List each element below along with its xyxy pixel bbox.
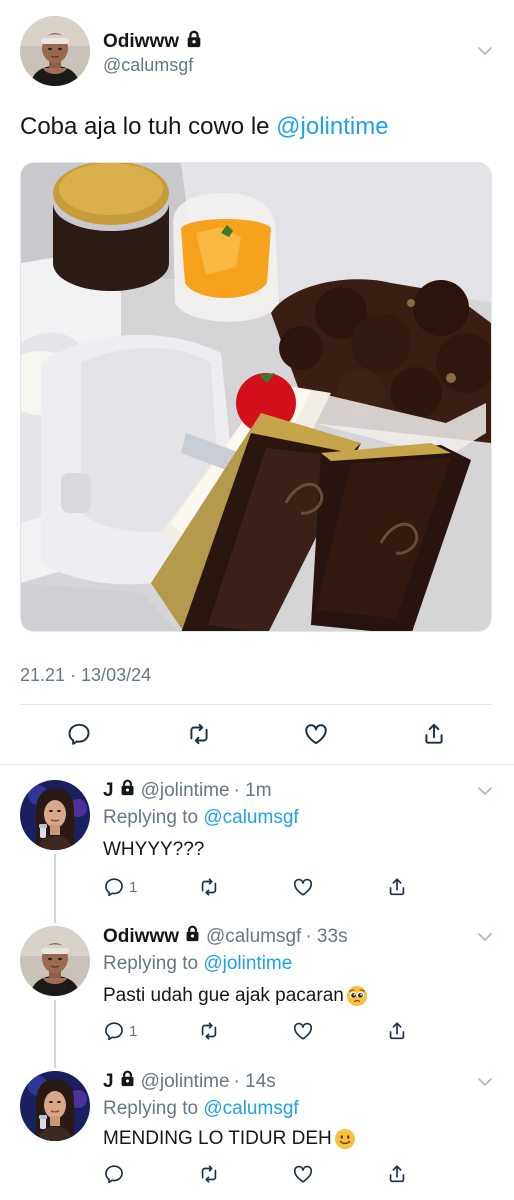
reply-avatar[interactable] bbox=[20, 780, 90, 850]
replying-label: Replying to bbox=[103, 1098, 204, 1119]
lock-icon bbox=[185, 30, 203, 54]
reply-author-handle[interactable]: @jolintime bbox=[141, 1071, 230, 1093]
slightly-smiling-face-icon bbox=[334, 1128, 356, 1150]
share-button[interactable] bbox=[421, 719, 447, 749]
chevron-down-icon[interactable] bbox=[476, 1073, 494, 1091]
retweet-icon bbox=[186, 721, 212, 747]
like-button[interactable] bbox=[292, 872, 314, 902]
replying-label: Replying to bbox=[103, 807, 204, 828]
heart-icon bbox=[292, 1163, 314, 1185]
tweet-timestamp[interactable]: 21.21 · 13/03/24 bbox=[20, 665, 151, 686]
reply-icon bbox=[103, 876, 125, 898]
reply-text: WHYYY??? bbox=[103, 839, 204, 861]
reply-header: J @jolintime · 1m bbox=[103, 779, 272, 802]
replying-mention[interactable]: @calumsgf bbox=[203, 807, 298, 828]
reply-author-name[interactable]: J bbox=[103, 1071, 114, 1093]
like-button[interactable] bbox=[303, 719, 329, 749]
reply-button[interactable]: 1 bbox=[103, 872, 137, 902]
retweet-button[interactable] bbox=[198, 1016, 220, 1046]
thread-line bbox=[54, 909, 56, 923]
replying-mention[interactable]: @jolintime bbox=[203, 953, 292, 974]
reply-tweet[interactable]: Odiwww @calumsgf · 33s Replying to @joli… bbox=[0, 909, 514, 1060]
reply-icon bbox=[103, 1163, 125, 1185]
chevron-down-icon[interactable] bbox=[476, 928, 494, 946]
reply-text-body: MENDING LO TIDUR DEH bbox=[103, 1128, 332, 1149]
tweet-text-body: Coba aja lo tuh cowo le bbox=[20, 113, 277, 140]
chevron-down-icon[interactable] bbox=[476, 782, 494, 800]
heart-icon bbox=[292, 876, 314, 898]
reply-button[interactable] bbox=[103, 1159, 125, 1189]
reply-text: Pasti udah gue ajak pacaran bbox=[103, 985, 368, 1007]
tweet-photo[interactable] bbox=[20, 162, 492, 632]
heart-icon bbox=[303, 721, 329, 747]
reply-time[interactable]: · 1m bbox=[234, 780, 272, 802]
reply-author-name[interactable]: J bbox=[103, 780, 114, 802]
reply-text: MENDING LO TIDUR DEH bbox=[103, 1128, 356, 1150]
mention-link[interactable]: @jolintime bbox=[276, 113, 388, 140]
reply-text-body: WHYYY??? bbox=[103, 839, 205, 860]
reply-time[interactable]: · 14s bbox=[234, 1071, 276, 1093]
reply-icon bbox=[103, 1020, 125, 1042]
share-button[interactable] bbox=[386, 1159, 408, 1189]
reply-button[interactable] bbox=[66, 719, 92, 749]
heart-icon bbox=[292, 1020, 314, 1042]
retweet-button[interactable] bbox=[198, 872, 220, 902]
retweet-button[interactable] bbox=[186, 719, 212, 749]
lock-icon bbox=[119, 779, 136, 802]
reply-avatar[interactable] bbox=[20, 1071, 90, 1141]
retweet-icon bbox=[198, 1020, 220, 1042]
lock-icon bbox=[119, 1070, 136, 1093]
share-icon bbox=[386, 1020, 408, 1042]
reply-icon bbox=[66, 721, 92, 747]
like-button[interactable] bbox=[292, 1016, 314, 1046]
reply-actions: 1 bbox=[0, 1016, 514, 1046]
share-icon bbox=[386, 1163, 408, 1185]
replying-mention[interactable]: @calumsgf bbox=[203, 1098, 298, 1119]
reply-actions: 1 bbox=[0, 872, 514, 902]
share-button[interactable] bbox=[386, 1016, 408, 1046]
reply-author-name[interactable]: Odiwww bbox=[103, 926, 179, 948]
author-avatar[interactable] bbox=[20, 16, 90, 86]
author-name[interactable]: Odiwww bbox=[103, 31, 179, 53]
reply-text-body: Pasti udah gue ajak pacaran bbox=[103, 985, 344, 1006]
retweet-icon bbox=[198, 1163, 220, 1185]
share-icon bbox=[386, 876, 408, 898]
reply-author-handle[interactable]: @calumsgf bbox=[206, 926, 301, 948]
pleading-face-icon bbox=[346, 985, 368, 1007]
reply-avatar[interactable] bbox=[20, 926, 90, 996]
author-handle[interactable]: @calumsgf bbox=[103, 55, 193, 76]
reply-author-handle[interactable]: @jolintime bbox=[141, 780, 230, 802]
share-button[interactable] bbox=[386, 872, 408, 902]
replying-to: Replying to @calumsgf bbox=[103, 807, 299, 829]
reply-button[interactable]: 1 bbox=[103, 1016, 137, 1046]
thread-line bbox=[54, 1054, 56, 1068]
like-button[interactable] bbox=[292, 1159, 314, 1189]
reply-header: J @jolintime · 14s bbox=[103, 1070, 276, 1093]
reply-tweet[interactable]: J @jolintime · 14s Replying to @calumsgf… bbox=[0, 1054, 514, 1200]
lock-icon bbox=[184, 925, 201, 948]
retweet-icon bbox=[198, 876, 220, 898]
retweet-button[interactable] bbox=[198, 1159, 220, 1189]
reply-time[interactable]: · 33s bbox=[305, 926, 347, 948]
author-name-row[interactable]: Odiwww bbox=[103, 30, 203, 54]
chevron-down-icon[interactable] bbox=[476, 42, 494, 60]
reply-actions bbox=[0, 1159, 514, 1189]
share-icon bbox=[421, 721, 447, 747]
replying-to: Replying to @calumsgf bbox=[103, 1098, 299, 1120]
reply-count: 1 bbox=[129, 1022, 138, 1040]
tweet-actions bbox=[0, 719, 514, 749]
reply-count: 1 bbox=[129, 878, 138, 896]
divider bbox=[20, 704, 492, 705]
tweet-text: Coba aja lo tuh cowo le @jolintime bbox=[20, 113, 389, 141]
reply-header: Odiwww @calumsgf · 33s bbox=[103, 925, 348, 948]
reply-tweet[interactable]: J @jolintime · 1m Replying to @calumsgf … bbox=[0, 764, 514, 919]
replying-to: Replying to @jolintime bbox=[103, 953, 292, 975]
replying-label: Replying to bbox=[103, 953, 204, 974]
